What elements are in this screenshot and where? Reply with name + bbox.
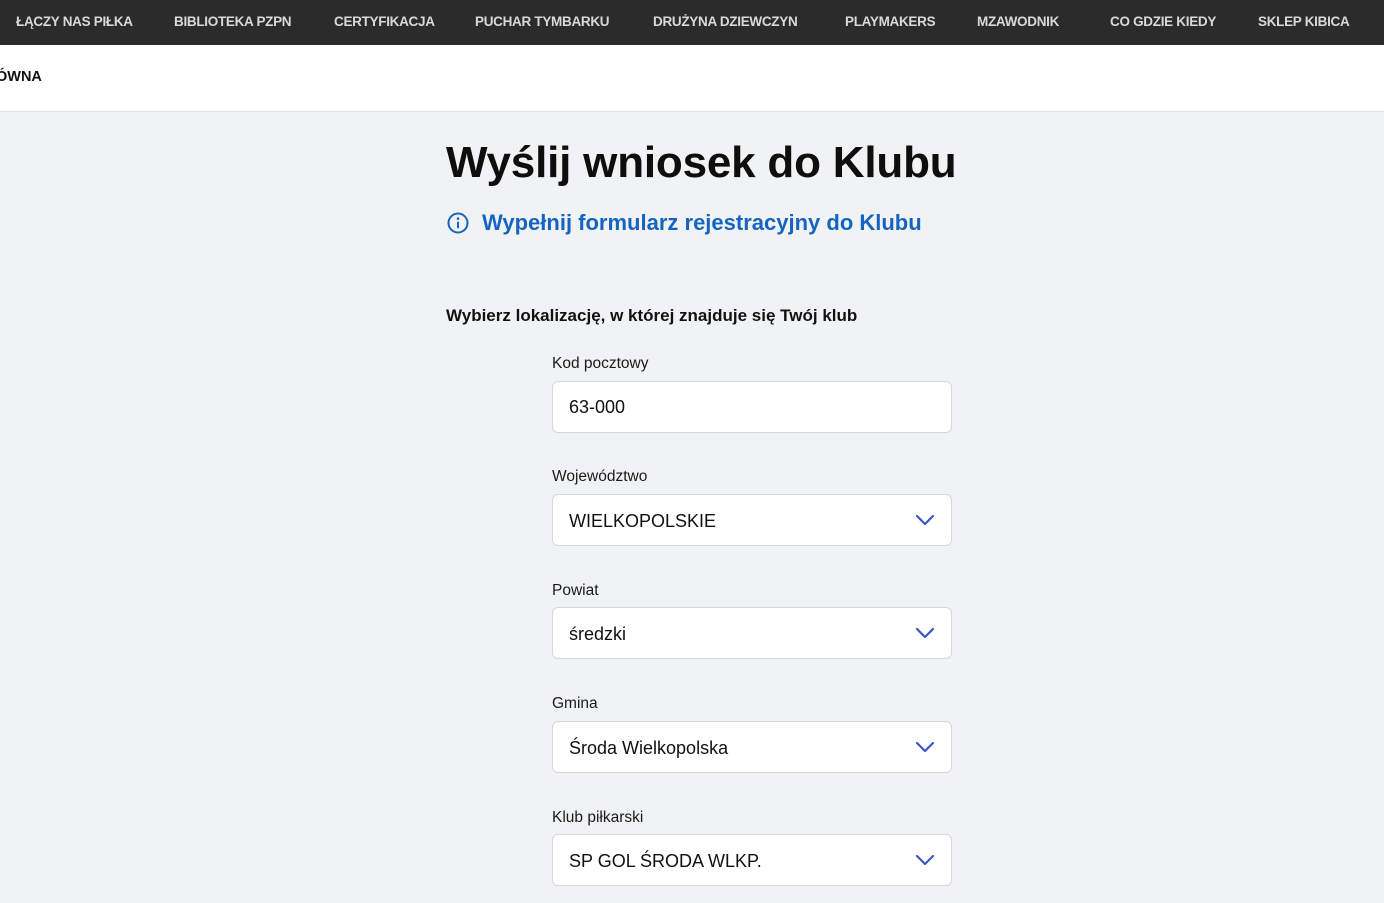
voivodeship-selected-value: WIELKOPOLSKIE [569,511,717,531]
commune-select[interactable]: Środa Wielkopolska [552,721,952,773]
nav-item-biblioteka-pzpn[interactable]: BIBLIOTEKA PZPN [174,0,292,45]
postal-code-field [552,381,952,433]
nav-item-laczy-nas-pilka[interactable]: ŁĄCZY NAS PIŁKA [16,0,133,45]
chevron-down-icon [915,627,935,639]
nav-item-sklep-kibica[interactable]: SKLEP KIBICA [1258,0,1350,45]
nav-item-playmakers[interactable]: PLAYMAKERS [845,0,936,45]
info-circle-icon [446,211,470,235]
registration-form-link-text: Wypełnij formularz rejestracyjny do Klub… [482,210,922,235]
top-navigation: ŁĄCZY NAS PIŁKA BIBLIOTEKA PZPN CERTYFIK… [0,0,1384,45]
nav-item-puchar-tymbarku[interactable]: PUCHAR TYMBARKU [475,0,610,45]
chevron-down-icon [915,854,935,866]
chevron-down-icon [915,514,935,526]
postal-code-label: Kod pocztowy [552,355,649,372]
subnav-item-home[interactable]: ÓWNA [0,45,42,109]
postal-code-input[interactable] [553,382,951,432]
registration-form-link[interactable]: Wypełnij formularz rejestracyjny do Klub… [446,207,922,239]
club-selected-value: SP GOL ŚRODA WLKP. [569,851,762,871]
nav-item-druzyna-dziewczyn[interactable]: DRUŻYNA DZIEWCZYN [653,0,798,45]
county-label: Powiat [552,582,599,599]
commune-label: Gmina [552,695,598,712]
page-title: Wyślij wniosek do Klubu [446,138,957,187]
chevron-down-icon [915,741,935,753]
voivodeship-label: Województwo [552,468,648,485]
location-section-heading: Wybierz lokalizację, w której znajduje s… [446,306,858,325]
nav-item-co-gdzie-kiedy[interactable]: CO GDZIE KIEDY [1110,0,1216,45]
club-label: Klub piłkarski [552,809,644,826]
secondary-navigation: ÓWNA [0,45,1384,112]
nav-item-mzawodnik[interactable]: MZAWODNIK [977,0,1059,45]
club-select[interactable]: SP GOL ŚRODA WLKP. [552,834,952,886]
voivodeship-select[interactable]: WIELKOPOLSKIE [552,494,952,546]
county-selected-value: średzki [569,624,627,644]
commune-selected-value: Środa Wielkopolska [569,738,729,758]
nav-item-certyfikacja[interactable]: CERTYFIKACJA [334,0,435,45]
county-select[interactable]: średzki [552,607,952,659]
